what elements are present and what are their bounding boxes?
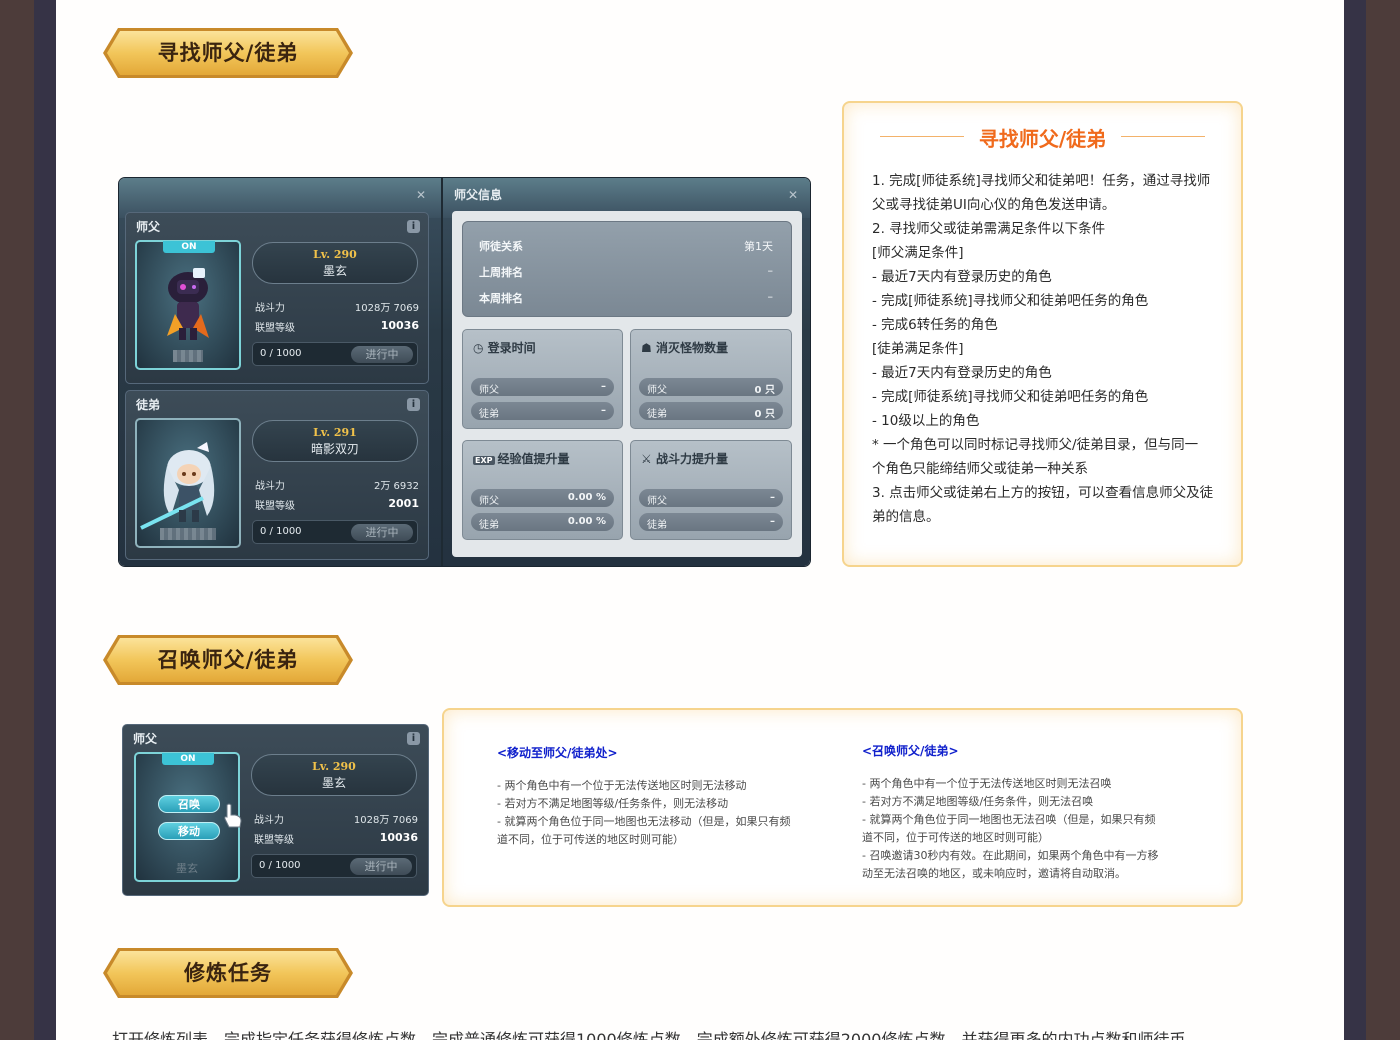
master-level: Lv. 290: [313, 248, 357, 261]
find-card-line: - 完成[师徒系统]寻找师父和徒弟吧任务的角色: [872, 389, 1149, 405]
section-title-train: 修炼任务: [184, 961, 272, 985]
section-header-train: 修炼任务: [102, 947, 354, 999]
info-icon[interactable]: i: [407, 220, 420, 233]
move-line: - 若对方不满足地图等级/任务条件，则无法移动: [497, 797, 729, 810]
find-card-line: 个角色只能缔结师父或徒弟一种关系: [872, 461, 1088, 477]
summon-button[interactable]: 召唤: [158, 795, 220, 813]
move-button[interactable]: 移动: [158, 822, 220, 840]
summon-master-label: 师父: [133, 732, 158, 746]
summon-master-panel: 师父 i ON 召唤 移动 墨玄 Lv. 290 墨玄 战斗力 1028万 70…: [122, 724, 429, 896]
find-card-line: - 完成[师徒系统]寻找师父和徒弟吧任务的角色: [872, 293, 1149, 309]
summon-line: 动至无法召唤的地区，或未响应时，邀请将自动取消。: [862, 867, 1126, 880]
summon-line: - 就算两个角色位于同一地图也无法召唤（但是，如果只有频: [862, 813, 1156, 826]
summon-line: - 两个角色中有一个位于无法传送地区时则无法召唤: [862, 777, 1112, 790]
disciple-label: 徒弟: [136, 398, 161, 412]
summon-line: - 若对方不满足地图等级/任务条件，则无法召唤: [862, 795, 1094, 808]
blurred-name: [173, 350, 203, 362]
disciple-level: Lv. 291: [313, 426, 357, 439]
section-header-summon: 召唤师父/徒弟: [102, 634, 354, 686]
master-portrait[interactable]: ON: [135, 240, 241, 370]
find-card-line: [徒弟满足条件]: [872, 341, 964, 357]
train-description: 打开修炼列表，完成指定任务获得修炼点数，完成普通修炼可获得1000修炼点数，完成…: [112, 1030, 1202, 1040]
power-gain-box: ⚔ 战斗力提升量 师父 – 徒弟 –: [630, 440, 792, 540]
in-progress-button[interactable]: 进行中: [350, 858, 412, 875]
section-title-summon: 召唤师父/徒弟: [157, 648, 299, 672]
online-badge: ON: [162, 753, 214, 765]
summon-info-card: <移动至师父/徒弟处> - 两个角色中有一个位于无法传送地区时则无法移动 - 若…: [442, 708, 1243, 907]
section-title-find: 寻找师父/徒弟: [157, 41, 299, 65]
right-border: [1366, 0, 1400, 1040]
monster-kill-box: ☗ 消灭怪物数量 师父 0 只 徒弟 0 只: [630, 329, 792, 429]
close-icon[interactable]: ✕: [416, 188, 426, 202]
close-icon[interactable]: ✕: [788, 188, 798, 202]
find-card-line: - 10级以上的角色: [872, 413, 980, 429]
left-border: [0, 0, 34, 1040]
move-line: - 两个角色中有一个位于无法传送地区时则无法移动: [497, 779, 747, 792]
find-card-line: 1. 完成[师徒系统]寻找师父和徒弟吧！任务，通过寻找师: [872, 173, 1211, 189]
left-border-inner: [34, 0, 56, 1040]
exp-gain-box: EXP 经验值提升量 师父 0.00 % 徒弟 0.00 %: [462, 440, 623, 540]
disciple-progress: 0 / 1000 进行中: [252, 520, 418, 544]
master-info-panel: 师徒关系 第1天 上周排名 – 本周排名 – ◷ 登录时间 师父 – 徒弟 – ☗ 消灭怪…: [452, 211, 802, 557]
summon-level-box: Lv. 290 墨玄: [251, 754, 417, 796]
summon-heading: <召唤师父/徒弟>: [862, 744, 959, 758]
disciple-level-box: Lv. 291 暗影双刃: [252, 420, 418, 462]
in-progress-button[interactable]: 进行中: [351, 524, 413, 541]
master-level-box: Lv. 290 墨玄: [252, 242, 418, 284]
master-progress: 0 / 1000 进行中: [252, 342, 418, 366]
disciple-name: 暗影双刃: [310, 442, 359, 456]
find-card-line: 父或寻找徒弟UI向心仪的角色发送申请。: [872, 197, 1116, 213]
online-badge: ON: [163, 241, 215, 253]
sword-icon: ⚔: [641, 452, 656, 466]
exp-icon: EXP: [473, 456, 495, 465]
master-panel: 师父 i ON Lv. 290 墨玄 战斗力 1028万 7069 联盟等级 1…: [125, 212, 429, 384]
clock-icon: ◷: [473, 341, 488, 355]
disciple-panel: 徒弟 i Lv. 291 暗影双刃 战斗力 2万 6932 联盟等级 2001 …: [125, 390, 429, 560]
find-card-title: 寻找师父/徒弟: [978, 127, 1107, 151]
info-icon[interactable]: i: [407, 732, 420, 745]
in-progress-button[interactable]: 进行中: [351, 346, 413, 363]
info-icon[interactable]: i: [407, 398, 420, 411]
info-window-title: 师父信息: [454, 188, 503, 202]
find-card-line: - 最近7天内有登录历史的角色: [872, 365, 1052, 381]
find-card-line: * 一个角色可以同时标记寻找师父/徒弟目录，但与同一: [872, 437, 1199, 453]
find-card-line: [师父满足条件]: [872, 245, 964, 261]
right-border-inner: [1344, 0, 1366, 1040]
divider: [1121, 136, 1205, 137]
pointer-hand-icon: [223, 803, 243, 829]
find-card-line: 3. 点击师父或徒弟右上方的按钮，可以查看信息师父及徒: [872, 485, 1214, 501]
find-card-line: 弟的信息。: [872, 509, 940, 525]
summon-progress: 0 / 1000 进行中: [251, 854, 417, 878]
find-card-line: - 完成6转任务的角色: [872, 317, 998, 333]
summon-line: - 召唤邀请30秒内有效。在此期间，如果两个角色中有一方移: [862, 849, 1159, 862]
move-line: - 就算两个角色位于同一地图也无法移动（但是，如果只有频: [497, 815, 791, 828]
find-card-line: - 最近7天内有登录历史的角色: [872, 269, 1052, 285]
move-heading: <移动至师父/徒弟处>: [497, 746, 618, 760]
find-info-card: 寻找师父/徒弟 1. 完成[师徒系统]寻找师父和徒弟吧！任务，通过寻找师 父或寻…: [842, 101, 1243, 567]
master-name: 墨玄: [322, 264, 347, 278]
find-card-line: 2. 寻找师父或徒弟需满足条件以下条件: [872, 221, 1106, 237]
monster-icon: ☗: [641, 341, 656, 355]
summon-char-name: 墨玄: [176, 862, 198, 875]
blurred-name: [160, 528, 216, 540]
move-line: 道不同，位于可传送的地区时则可能）: [497, 833, 684, 846]
relation-summary: 师徒关系 第1天 上周排名 – 本周排名 –: [462, 221, 792, 317]
master-label: 师父: [136, 220, 161, 234]
summon-line: 道不同，位于可传送的地区时则可能）: [862, 831, 1049, 844]
section-header-find: 寻找师父/徒弟: [102, 27, 354, 79]
login-time-box: ◷ 登录时间 师父 – 徒弟 –: [462, 329, 623, 429]
disciple-portrait[interactable]: [135, 418, 241, 548]
